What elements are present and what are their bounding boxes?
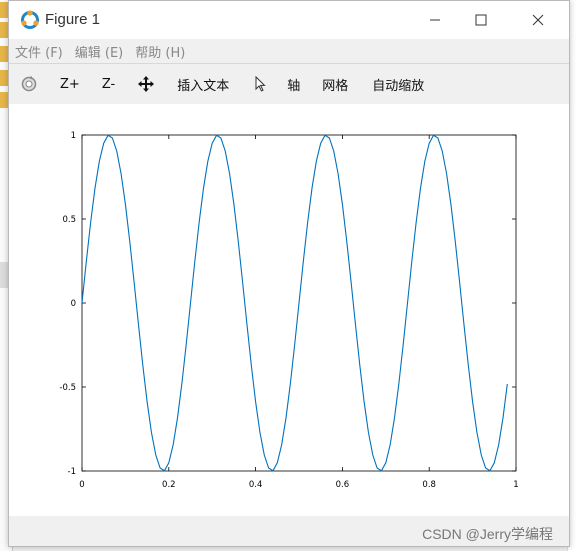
move-arrows-icon bbox=[138, 76, 155, 92]
y-tick-label: 0.5 bbox=[62, 215, 76, 225]
octave-logo-icon bbox=[21, 10, 39, 29]
x-tick-label: 0.2 bbox=[162, 480, 176, 490]
minimize-icon bbox=[430, 19, 440, 21]
insert-text-button[interactable]: 插入文本 bbox=[177, 64, 229, 104]
maximize-button[interactable] bbox=[458, 1, 504, 39]
watermark-text: CSDN @Jerry学编程 bbox=[422, 526, 553, 542]
pan-button[interactable] bbox=[137, 64, 155, 104]
series-line bbox=[81, 134, 508, 472]
x-tick-label: 0.8 bbox=[422, 480, 436, 490]
menu-help[interactable]: 帮助 (H) bbox=[135, 42, 185, 61]
zoom-in-button[interactable]: Z+ bbox=[60, 64, 80, 104]
close-icon bbox=[532, 14, 544, 26]
rotate-icon bbox=[21, 76, 37, 92]
grid-button[interactable]: 网格 bbox=[322, 64, 348, 104]
autoscale-button[interactable]: 自动缩放 bbox=[372, 64, 424, 104]
y-tick-label: 1 bbox=[71, 131, 76, 141]
title-bar: Figure 1 bbox=[9, 1, 569, 39]
minimize-button[interactable] bbox=[412, 1, 458, 39]
x-tick-label: 0 bbox=[79, 480, 84, 490]
close-button[interactable] bbox=[515, 1, 561, 39]
menu-edit[interactable]: 编辑 (E) bbox=[75, 42, 124, 61]
y-tick-label: 0 bbox=[71, 299, 76, 309]
menu-bar: 文件 (F) 编辑 (E) 帮助 (H) bbox=[9, 39, 569, 63]
y-tick-label: -0.5 bbox=[59, 383, 76, 393]
figure-canvas[interactable]: 0 0.2 0.4 0.6 0.8 1 1 0.5 0 -0.5 -1 bbox=[9, 104, 569, 516]
select-button[interactable] bbox=[251, 64, 269, 104]
x-tick-label: 0.4 bbox=[249, 480, 263, 490]
x-tick-label: 1 bbox=[513, 480, 518, 490]
zoom-out-button[interactable]: Z- bbox=[102, 64, 115, 104]
cursor-arrow-icon bbox=[255, 75, 266, 92]
rotate-button[interactable] bbox=[20, 64, 38, 104]
maximize-icon bbox=[475, 14, 487, 26]
plot-svg[interactable]: 0 0.2 0.4 0.6 0.8 1 1 0.5 0 -0.5 -1 bbox=[9, 104, 569, 516]
status-bar: CSDN @Jerry学编程 bbox=[9, 516, 569, 546]
y-tick-label: -1 bbox=[68, 467, 76, 477]
toolbar: Z+ Z- 插入文本 轴 网格 自动缩放 bbox=[9, 63, 569, 105]
x-tick-label: 0.6 bbox=[336, 480, 350, 490]
window-title: Figure 1 bbox=[45, 11, 101, 28]
axes-button[interactable]: 轴 bbox=[287, 64, 300, 104]
x-ticks: 0 0.2 0.4 0.6 0.8 1 bbox=[79, 135, 519, 490]
figure-window: Figure 1 文件 (F) 编辑 (E) 帮助 (H) Z+ Z- 插入文本… bbox=[8, 0, 570, 547]
menu-file[interactable]: 文件 (F) bbox=[15, 42, 63, 61]
